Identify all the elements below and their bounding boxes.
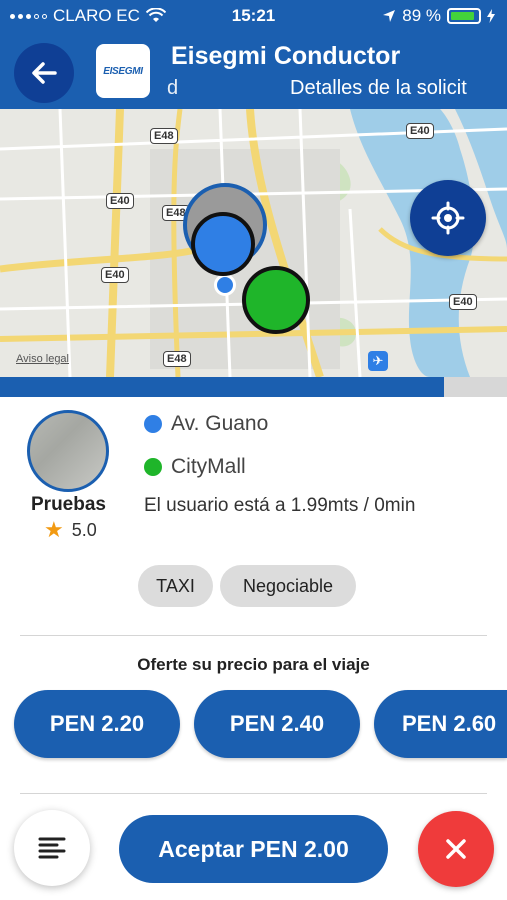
back-button[interactable] (14, 43, 74, 103)
location-arrow-icon (383, 10, 396, 22)
page-title: Eisegmi Conductor (171, 42, 401, 70)
origin-marker[interactable] (191, 212, 255, 276)
battery-icon (447, 8, 481, 24)
passenger-avatar (27, 410, 109, 492)
logo-text: EISEGMI (103, 65, 143, 77)
request-timer-progress (0, 377, 507, 397)
road-label: E40 (106, 193, 134, 209)
battery-percent: 89 % (402, 6, 441, 25)
origin-row: Av. Guano (144, 412, 268, 436)
menu-lines-icon (38, 837, 66, 859)
destination-row: CityMall (144, 455, 246, 479)
current-location-marker (214, 274, 236, 296)
progress-fill (0, 377, 444, 397)
close-icon (446, 839, 466, 859)
price-option-button[interactable]: PEN 2.20 (14, 690, 180, 758)
legal-link[interactable]: Aviso legal (16, 353, 69, 365)
header-marquee-fragment: d (167, 77, 179, 99)
road-label: E40 (449, 294, 477, 310)
arrow-left-icon (32, 62, 57, 84)
menu-button[interactable] (14, 810, 90, 886)
status-bar: CLARO EC 15:21 89 % (0, 0, 507, 32)
map-view[interactable]: E48 E40 E48 E40 E40 E40 E48 ✈ Aviso lega… (0, 109, 507, 377)
crosshair-icon (431, 201, 465, 235)
destination-address: CityMall (171, 455, 246, 478)
negotiable-chip: Negociable (220, 565, 356, 607)
road-label: E40 (406, 123, 434, 139)
charging-icon (487, 9, 495, 23)
distance-info: El usuario está a 1.99mts / 0min (144, 495, 416, 516)
star-icon: ★ (44, 517, 64, 542)
price-option-button[interactable]: PEN 2.40 (194, 690, 360, 758)
reject-button[interactable] (418, 811, 494, 887)
destination-marker[interactable] (242, 266, 310, 334)
destination-dot-icon (144, 458, 162, 476)
airport-icon: ✈ (368, 351, 388, 371)
accept-button[interactable]: Aceptar PEN 2.00 (119, 815, 388, 883)
origin-address: Av. Guano (171, 412, 269, 435)
rating-value: 5.0 (71, 519, 97, 540)
recenter-location-button[interactable] (410, 180, 486, 256)
divider (20, 635, 487, 636)
page-subtitle: Detalles de la solicit (290, 77, 467, 99)
offer-label: Oferte su precio para el viaje (137, 655, 370, 674)
divider (20, 793, 487, 794)
origin-dot-icon (144, 415, 162, 433)
passenger-rating: ★ 5.0 (44, 519, 97, 541)
road-label: E40 (101, 267, 129, 283)
road-label: E48 (163, 351, 191, 367)
app-header: EISEGMI Eisegmi Conductor d Detalles de … (0, 32, 507, 109)
price-option-button[interactable]: PEN 2.60 (374, 690, 507, 758)
service-type-chip: TAXI (138, 565, 213, 607)
app-logo: EISEGMI (96, 44, 150, 98)
status-right: 89 % (382, 6, 495, 26)
road-label: E48 (150, 128, 178, 144)
passenger-name: Pruebas (31, 494, 106, 515)
